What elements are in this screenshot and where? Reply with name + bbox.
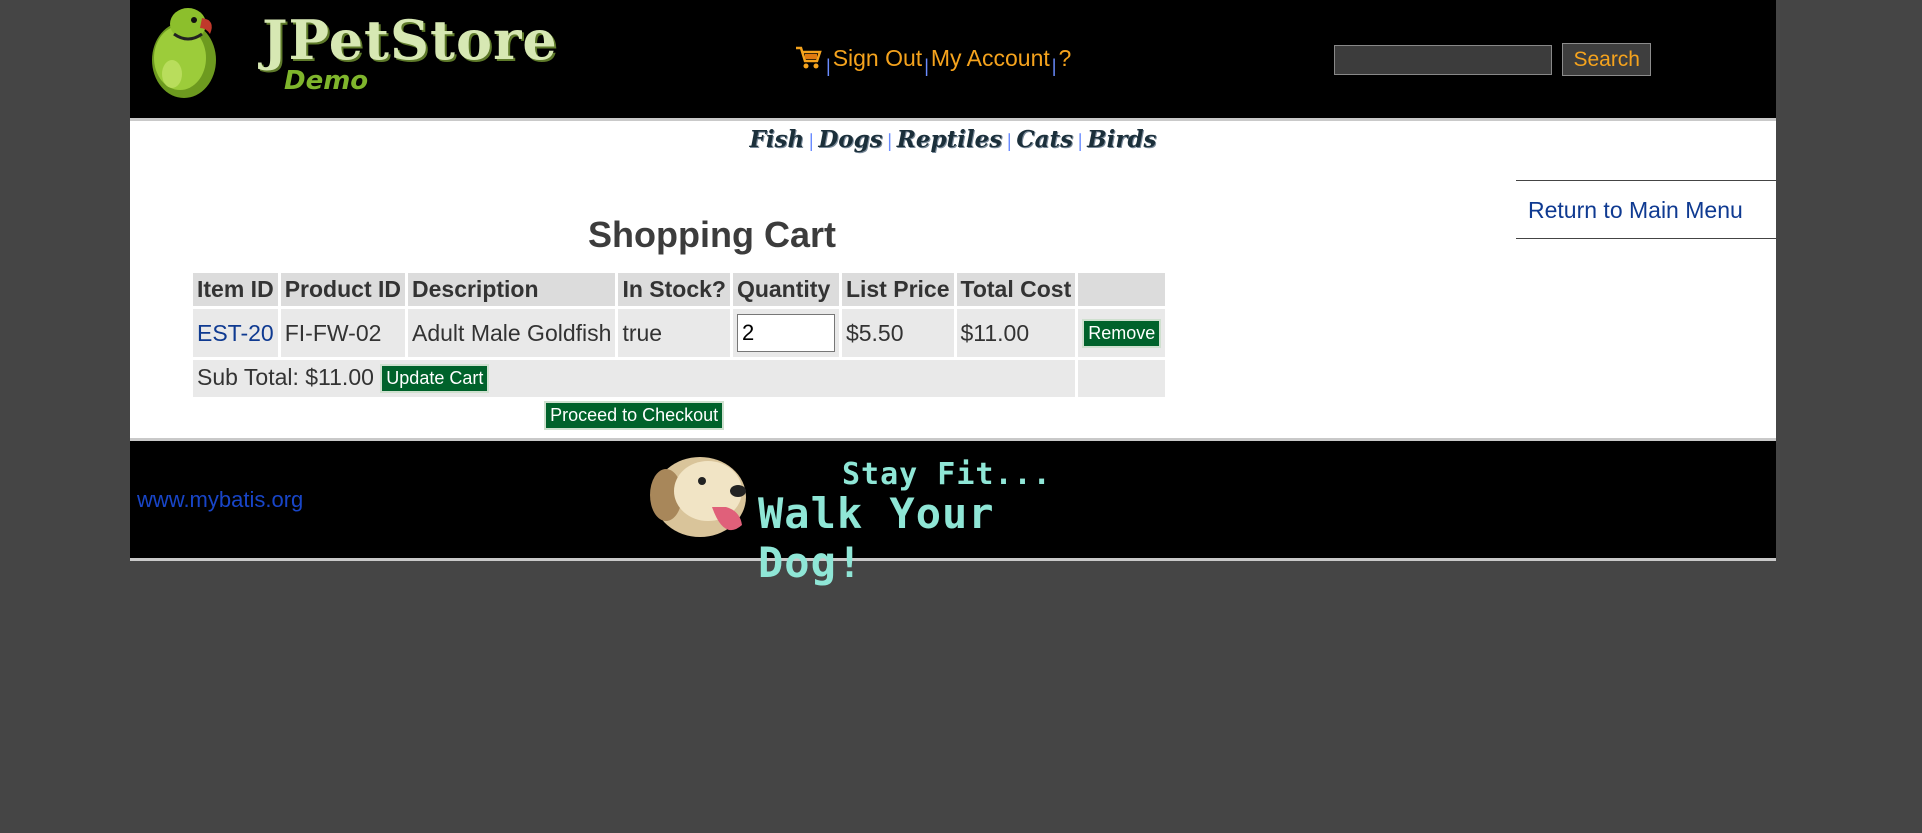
return-to-main-menu-link[interactable]: Return to Main Menu: [1528, 197, 1743, 223]
header-menu: |Sign Out |My Account |?: [794, 44, 1071, 76]
cell-subtotal: Sub Total: $11.00 Update Cart: [193, 360, 1076, 398]
quick-link-separator: |: [1077, 131, 1084, 152]
quick-link-reptiles[interactable]: Reptiles: [897, 126, 1003, 153]
quick-link-birds[interactable]: Birds: [1087, 126, 1156, 153]
quick-link-dogs[interactable]: Dogs: [818, 126, 882, 153]
cell-list-price: $5.50: [841, 309, 954, 357]
table-row: EST-20 FI-FW-02 Adult Male Goldfish true…: [193, 309, 1166, 357]
cell-empty: [1078, 400, 1165, 433]
logo-title: JPetStore: [262, 8, 558, 72]
shopping-cart-icon[interactable]: [794, 44, 822, 70]
cell-checkout: Proceed to Checkout: [193, 400, 1075, 433]
cell-empty: [1078, 360, 1166, 398]
quick-link-fish[interactable]: Fish: [749, 126, 804, 153]
update-cart-button[interactable]: Update Cart: [380, 364, 490, 394]
sign-out-link[interactable]: Sign Out: [833, 45, 923, 71]
cell-description: Adult Male Goldfish: [408, 309, 616, 357]
search-input[interactable]: [1334, 44, 1552, 75]
column-header-list-price: List Price: [841, 273, 954, 306]
mybatis-link[interactable]: www.mybatis.org: [137, 487, 303, 513]
subtotal-text: Sub Total: $11.00: [197, 364, 374, 390]
cell-quantity: [732, 309, 839, 357]
subtotal-row: Sub Total: $11.00 Update Cart: [193, 360, 1166, 398]
page-title: Shopping Cart: [588, 214, 836, 255]
item-id-link[interactable]: EST-20: [197, 320, 274, 346]
quick-link-separator: |: [1006, 131, 1013, 152]
category-quick-links: Fish | Dogs | Reptiles | Cats | Birds: [130, 121, 1776, 160]
cell-in-stock: true: [618, 309, 730, 357]
quick-link-separator: |: [808, 131, 815, 152]
column-header-actions: [1078, 273, 1166, 306]
back-link-box: Return to Main Menu: [1516, 180, 1776, 239]
main-content: Return to Main Menu Shopping Cart Item I…: [130, 160, 1776, 438]
logo[interactable]: JPetStore Demo: [144, 4, 557, 104]
walk-your-dog-banner[interactable]: Stay Fit... Walk Your Dog!: [640, 443, 1110, 587]
help-link[interactable]: ?: [1058, 45, 1071, 71]
cart-table: Item ID Product ID Description In Stock?…: [190, 270, 1168, 437]
parrot-icon: [152, 8, 216, 98]
column-header-quantity: Quantity: [732, 273, 839, 306]
proceed-to-checkout-button[interactable]: Proceed to Checkout: [544, 400, 725, 430]
banner-line-1: Stay Fit...: [842, 457, 1052, 492]
cell-product-id: FI-FW-02: [280, 309, 405, 357]
menu-separator: |: [924, 56, 929, 76]
cell-remove: Remove: [1078, 309, 1166, 357]
column-header-item-id: Item ID: [193, 273, 278, 306]
column-header-total-cost: Total Cost: [956, 273, 1076, 306]
search-button[interactable]: Search: [1562, 43, 1651, 76]
cell-total-cost: $11.00: [956, 309, 1076, 357]
menu-separator: |: [1051, 56, 1057, 76]
search-form: Search: [1334, 43, 1651, 76]
table-header-row: Item ID Product ID Description In Stock?…: [193, 273, 1166, 306]
page-frame: JPetStore Demo |Sign Out |My Account |? Se…: [130, 0, 1776, 587]
checkout-row: Proceed to Checkout: [193, 400, 1165, 433]
quantity-input[interactable]: [736, 314, 835, 352]
logo-subtitle: Demo: [284, 66, 369, 96]
cell-item-id: EST-20: [193, 309, 278, 357]
header: JPetStore Demo |Sign Out |My Account |? Se…: [130, 0, 1776, 118]
column-header-description: Description: [408, 273, 616, 306]
dog-icon: [650, 457, 746, 537]
footer: www.mybatis.org Stay Fit... Walk Your Do…: [130, 441, 1776, 587]
menu-separator: |: [826, 56, 831, 76]
banner-line-2: Walk Your Dog!: [758, 489, 995, 587]
quick-link-separator: |: [886, 131, 893, 152]
quick-link-cats[interactable]: Cats: [1016, 126, 1073, 153]
column-header-product-id: Product ID: [280, 273, 405, 306]
remove-button[interactable]: Remove: [1082, 318, 1162, 348]
my-account-link[interactable]: My Account: [931, 45, 1050, 71]
column-header-in-stock: In Stock?: [618, 273, 730, 306]
